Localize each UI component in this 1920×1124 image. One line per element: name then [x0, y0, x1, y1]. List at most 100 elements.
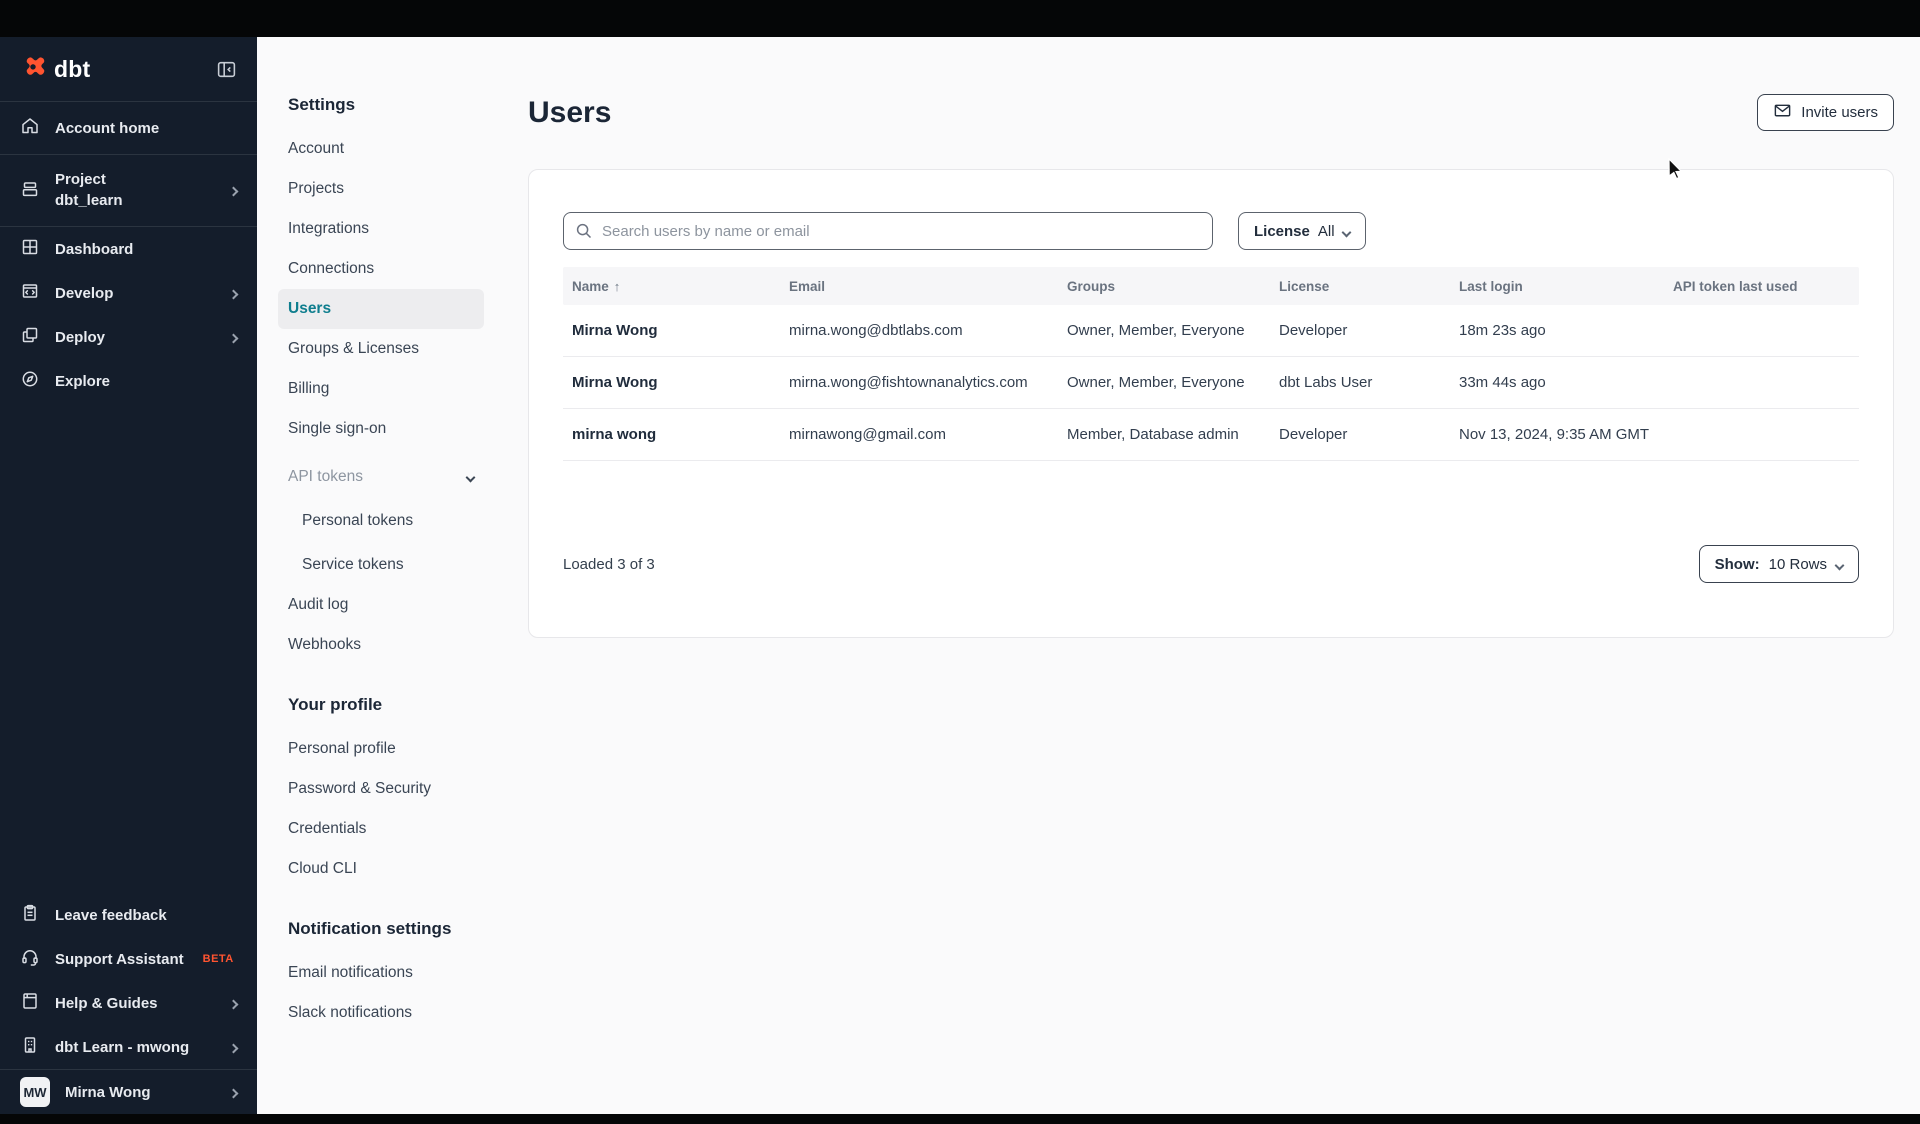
envelope-icon: [1773, 101, 1792, 124]
invite-users-label: Invite users: [1801, 104, 1878, 121]
search-input[interactable]: [563, 212, 1213, 250]
sidebar-item-label: Explore: [55, 372, 111, 390]
settings-nav-item-connections[interactable]: Connections: [278, 249, 484, 289]
top-black-bar: [0, 0, 1920, 37]
settings-nav-item-credentials[interactable]: Credentials: [278, 809, 484, 849]
sidebar-item-help-guides[interactable]: Help & Guides: [0, 981, 257, 1025]
page-title: Users: [528, 95, 612, 129]
settings-nav-item-personal-tokens[interactable]: Personal tokens: [278, 501, 484, 541]
bottom-black-bar: [0, 1114, 1920, 1124]
sidebar-item-explore[interactable]: Explore: [0, 359, 257, 403]
settings-nav-item-password-security[interactable]: Password & Security: [278, 769, 484, 809]
cell-license: Developer: [1279, 322, 1348, 339]
settings-nav-item-audit-log[interactable]: Audit log: [278, 585, 484, 625]
show-rows-value: 10 Rows: [1768, 555, 1827, 573]
settings-nav-item-integrations[interactable]: Integrations: [278, 209, 484, 249]
users-table: Name ↑ Email Groups License Last login A…: [563, 267, 1859, 461]
users-card: License All Name ↑ Email Groups License …: [528, 169, 1894, 638]
sidebar-item-label: Support Assistant: [55, 950, 184, 968]
chevron-down-icon: [465, 468, 476, 486]
license-filter-label: License: [1254, 222, 1310, 240]
cell-last-login: Nov 13, 2024, 9:35 AM GMT: [1459, 426, 1650, 443]
sidebar-project-name: dbt_learn: [55, 191, 123, 209]
table-row[interactable]: Mirna Wong mirna.wong@fishtownanalytics.…: [563, 357, 1859, 409]
settings-nav-item-billing[interactable]: Billing: [278, 369, 484, 409]
sidebar-item-label: dbt Learn - mwong: [55, 1038, 190, 1056]
sidebar-item-project[interactable]: Project dbt_learn: [0, 155, 257, 226]
column-header-name[interactable]: Name ↑: [572, 279, 789, 294]
chevron-down-icon: [1834, 556, 1845, 573]
settings-nav-group-label: API tokens: [288, 468, 363, 485]
license-filter-dropdown[interactable]: License All: [1238, 212, 1366, 250]
dbt-logo-icon: [20, 54, 46, 85]
sidebar-item-leave-feedback[interactable]: Leave feedback: [0, 893, 257, 937]
beta-badge: BETA: [202, 953, 234, 965]
settings-nav-item-single-sign-on[interactable]: Single sign-on: [278, 409, 484, 449]
table-header-row: Name ↑ Email Groups License Last login A…: [563, 267, 1859, 305]
user-name: Mirna Wong: [65, 1083, 151, 1101]
settings-nav-title: Settings: [288, 95, 356, 114]
sidebar-item-dashboard[interactable]: Dashboard: [0, 227, 257, 271]
cell-name: Mirna Wong: [572, 322, 658, 339]
search-icon: [575, 222, 593, 245]
invite-users-button[interactable]: Invite users: [1757, 94, 1894, 131]
settings-nav-item-groups-licenses[interactable]: Groups & Licenses: [278, 329, 484, 369]
cell-name: mirna wong: [572, 426, 657, 443]
sidebar-item-label: Leave feedback: [55, 906, 167, 924]
chevron-right-icon: [228, 182, 239, 199]
sidebar-collapse-icon[interactable]: [216, 59, 237, 80]
project-icon: [20, 179, 40, 203]
settings-nav-item-service-tokens[interactable]: Service tokens: [278, 545, 484, 585]
table-row[interactable]: Mirna Wong mirna.wong@dbtlabs.com Owner,…: [563, 305, 1859, 357]
sidebar-item-label: Project: [55, 171, 106, 189]
column-header-groups[interactable]: Groups: [1067, 279, 1279, 294]
notification-section-title: Notification settings: [288, 919, 452, 938]
cell-email: mirnawong@gmail.com: [789, 426, 946, 443]
chevron-right-icon: [228, 1039, 239, 1056]
dbt-logo-text: dbt: [54, 55, 91, 82]
dbt-logo[interactable]: dbt: [20, 54, 90, 85]
building-icon: [20, 1035, 40, 1059]
develop-icon: [20, 281, 40, 305]
settings-nav-item-slack-notifications[interactable]: Slack notifications: [278, 993, 484, 1033]
settings-nav-item-email-notifications[interactable]: Email notifications: [278, 953, 484, 993]
sidebar-user-menu[interactable]: MW Mirna Wong: [0, 1070, 257, 1114]
clipboard-icon: [20, 903, 40, 927]
sidebar-item-support-assistant[interactable]: Support Assistant BETA: [0, 937, 257, 981]
search-box: [563, 212, 1213, 250]
sort-ascending-icon: ↑: [613, 278, 621, 294]
column-header-api-token[interactable]: API token last used: [1673, 279, 1859, 294]
loaded-count-label: Loaded 3 of 3: [563, 555, 655, 573]
cell-last-login: 33m 44s ago: [1459, 374, 1546, 391]
settings-nav-group-api-tokens[interactable]: API tokens: [278, 457, 484, 497]
show-rows-dropdown[interactable]: Show: 10 Rows: [1698, 545, 1859, 583]
column-header-email[interactable]: Email: [789, 279, 1067, 294]
cell-groups: Member, Database admin: [1067, 426, 1239, 443]
chevron-down-icon: [1341, 223, 1351, 240]
settings-nav-item-webhooks[interactable]: Webhooks: [278, 625, 484, 665]
settings-nav-item-cloud-cli[interactable]: Cloud CLI: [278, 849, 484, 889]
settings-nav-item-users[interactable]: Users: [278, 289, 484, 329]
license-filter-value: All: [1317, 222, 1335, 240]
cell-groups: Owner, Member, Everyone: [1067, 322, 1245, 339]
column-header-license[interactable]: License: [1279, 279, 1459, 294]
avatar: MW: [20, 1077, 50, 1107]
show-rows-label: Show:: [1714, 555, 1760, 573]
settings-nav-item-personal-profile[interactable]: Personal profile: [278, 729, 484, 769]
sidebar-item-develop[interactable]: Develop: [0, 271, 257, 315]
dashboard-icon: [20, 237, 40, 261]
main-content: Users Invite users License All: [502, 37, 1920, 1114]
settings-nav-item-account[interactable]: Account: [278, 129, 484, 169]
sidebar-item-label: Account home: [55, 119, 160, 137]
sidebar-item-account-home[interactable]: Account home: [0, 102, 257, 154]
chevron-right-icon: [228, 995, 239, 1012]
headset-icon: [20, 947, 40, 971]
settings-nav-item-projects[interactable]: Projects: [278, 169, 484, 209]
chevron-right-icon: [228, 1084, 239, 1101]
column-header-last-login[interactable]: Last login: [1459, 279, 1673, 294]
sidebar-item-deploy[interactable]: Deploy: [0, 315, 257, 359]
chevron-right-icon: [228, 329, 239, 346]
table-row[interactable]: mirna wong mirnawong@gmail.com Member, D…: [563, 409, 1859, 461]
cell-license: Developer: [1279, 426, 1348, 443]
sidebar-item-dbt-learn[interactable]: dbt Learn - mwong: [0, 1025, 257, 1069]
